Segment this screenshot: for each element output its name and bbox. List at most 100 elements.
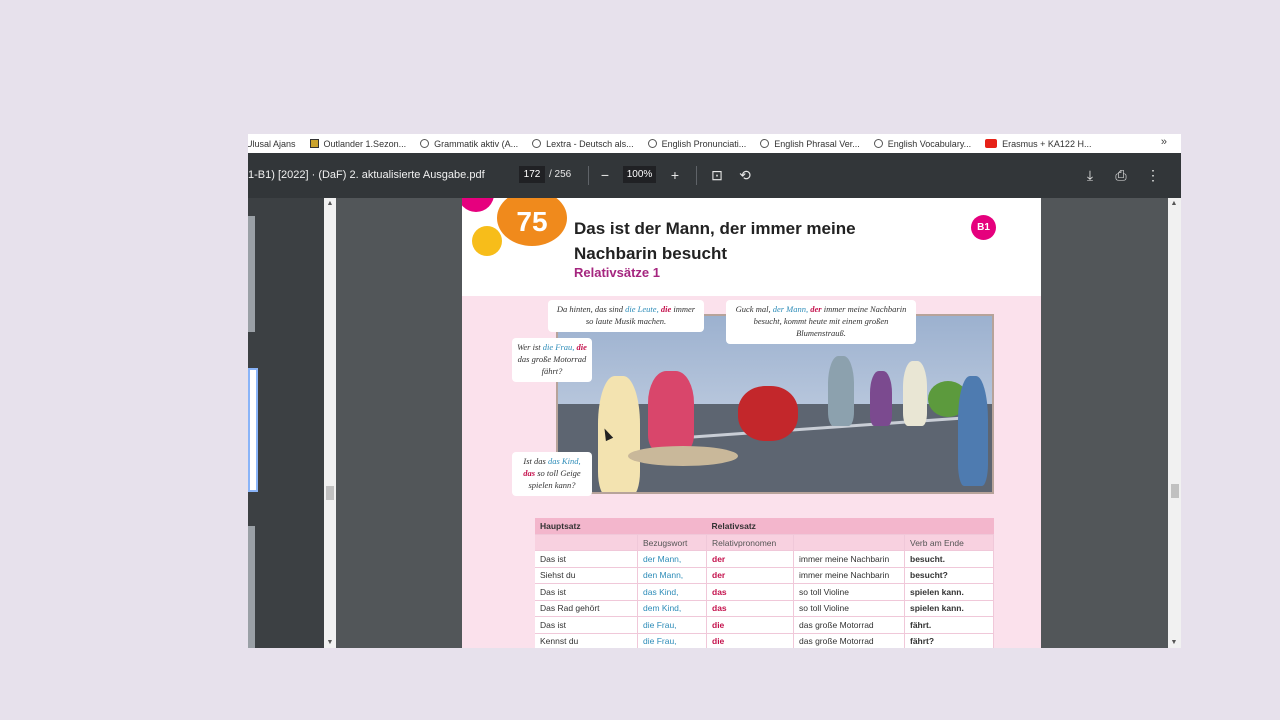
- scrollbar-thumb[interactable]: [1171, 484, 1179, 498]
- pdf-page: 75 Das ist der Mann, der immer meine Nac…: [462, 198, 1041, 648]
- scroll-down-icon[interactable]: ▼: [1168, 639, 1180, 646]
- table-cell: so toll Violine: [793, 583, 905, 601]
- fit-page-icon[interactable]: ⊡: [707, 165, 727, 185]
- bubble-text: so toll Geige spielen kann?: [528, 468, 581, 490]
- table-row: Das ist der Mann, der immer meine Nachba…: [535, 550, 994, 568]
- scroll-up-icon[interactable]: ▲: [1168, 200, 1180, 207]
- table-cell: fährt?: [904, 633, 994, 648]
- table-cell: das große Motorrad: [793, 616, 905, 634]
- bubble-highlight: das Kind,: [547, 456, 581, 466]
- unit-title: Das ist der Mann, der immer meine Nachba…: [574, 219, 856, 263]
- table-row: Das Rad gehört dem Kind, das so toll Vio…: [535, 600, 994, 617]
- table-cell: besucht.: [904, 550, 994, 568]
- person-figure: [828, 356, 854, 426]
- grammar-table: Hauptsatz Relativsatz Bezugswort Relativ…: [535, 518, 994, 648]
- globe-icon: [420, 139, 430, 148]
- table-header-row: Hauptsatz Relativsatz: [535, 518, 994, 535]
- bubble-text: Guck mal,: [735, 304, 773, 314]
- speech-bubble: Wer ist die Frau, die das große Motorrad…: [512, 338, 592, 382]
- bubble-text: Ist das: [523, 456, 548, 466]
- toolbar-divider: [696, 166, 697, 185]
- bookmarks-overflow-button[interactable]: »: [1161, 136, 1167, 148]
- sidebar-scrollbar[interactable]: ▲ ▼: [324, 198, 336, 648]
- person-figure: [903, 361, 927, 426]
- table-cell: das: [706, 600, 794, 617]
- download-icon[interactable]: ⤓: [1080, 165, 1100, 185]
- bubble-pronoun: die: [576, 342, 587, 352]
- page-thumbnail[interactable]: [248, 526, 255, 648]
- youtube-icon: [985, 139, 998, 148]
- folder-icon: [309, 139, 319, 148]
- table-cell: spielen kann.: [904, 600, 994, 617]
- page-total: / 256: [549, 169, 572, 180]
- bookmark-item[interactable]: English Phrasal Ver...: [760, 139, 860, 149]
- scroll-down-icon[interactable]: ▼: [324, 639, 336, 646]
- bookmark-item[interactable]: English Vocabulary...: [873, 139, 971, 149]
- zoom-in-icon[interactable]: +: [665, 165, 685, 185]
- table-cell: die Frau,: [637, 616, 707, 634]
- unit-number-badge: 75: [497, 198, 567, 246]
- table-header-cell: Hauptsatz: [535, 518, 707, 535]
- zoom-level-input[interactable]: 100%: [623, 166, 656, 183]
- man-figure: [958, 376, 988, 486]
- bookmark-item[interactable]: Ulusal Ajans: [248, 139, 296, 149]
- print-icon[interactable]: ⎙: [1111, 165, 1131, 185]
- page-thumbnail-selected[interactable]: [248, 368, 258, 492]
- table-cell: Das ist: [535, 583, 638, 601]
- browser-window: Ulusal Ajans Outlander 1.Sezon... Gramma…: [248, 134, 1181, 648]
- bookmark-item[interactable]: English Pronunciati...: [647, 139, 746, 149]
- table-cell: das Kind,: [637, 583, 707, 601]
- table-cell: das große Motorrad: [793, 633, 905, 648]
- table-cell: das: [706, 583, 794, 601]
- scroll-up-icon[interactable]: ▲: [324, 200, 336, 207]
- child-figure: [870, 371, 892, 426]
- more-options-icon[interactable]: ⋮: [1143, 165, 1163, 185]
- unit-subtitle: Relativsätze 1: [574, 265, 660, 280]
- bookmark-label: Grammatik aktiv (A...: [434, 138, 519, 149]
- table-cell: die: [706, 633, 794, 648]
- table-cell: so toll Violine: [793, 600, 905, 617]
- bubble-pronoun: die: [660, 304, 672, 314]
- bubble-text: das große Motorrad fährt?: [517, 354, 587, 376]
- woman-figure: [648, 371, 694, 451]
- bubble-highlight: die Frau,: [542, 342, 575, 352]
- document-scrollbar[interactable]: ▲ ▼: [1168, 198, 1181, 648]
- bookmark-label: Erasmus + KA122 H...: [1002, 138, 1092, 149]
- table-cell: der: [706, 550, 794, 568]
- bookmark-label: Outlander 1.Sezon...: [323, 138, 407, 149]
- rotate-icon[interactable]: ⟲: [735, 165, 755, 185]
- toolbar-divider: [588, 166, 589, 185]
- bubble-text: Wer ist: [517, 342, 543, 352]
- table-header-row: Bezugswort Relativpronomen Verb am Ende: [535, 534, 994, 551]
- globe-icon: [647, 139, 657, 148]
- table-header-cell: [535, 534, 638, 551]
- table-cell: Siehst du: [535, 567, 638, 584]
- page-number-input[interactable]: 172: [519, 166, 545, 183]
- table-cell: die: [706, 616, 794, 634]
- thumbnail-sidebar: [248, 198, 324, 648]
- motorcycle: [738, 386, 798, 441]
- level-badge: B1: [971, 215, 996, 240]
- table-row: Das ist das Kind, das so toll Violine sp…: [535, 583, 994, 601]
- table-cell: der: [706, 567, 794, 584]
- table-cell: fährt.: [904, 616, 994, 634]
- page-thumbnail[interactable]: [248, 216, 255, 332]
- bookmark-item[interactable]: Outlander 1.Sezon...: [309, 138, 407, 149]
- speech-bubble: Guck mal, der Mann, der immer meine Nach…: [726, 300, 916, 344]
- globe-icon: [532, 139, 542, 148]
- table-row: Das ist die Frau, die das große Motorrad…: [535, 616, 994, 634]
- scrollbar-thumb[interactable]: [326, 486, 334, 500]
- bookmark-item[interactable]: Grammatik aktiv (A...: [420, 139, 518, 149]
- zoom-out-icon[interactable]: −: [595, 165, 615, 185]
- table-header-cell: Relativsatz: [706, 518, 994, 535]
- table-header-cell: Relativpronomen: [706, 534, 794, 551]
- bookmark-item[interactable]: Erasmus + KA122 H...: [985, 139, 1091, 149]
- bookmark-item[interactable]: Lextra - Deutsch als...: [532, 139, 634, 149]
- decorative-circle: [462, 198, 494, 212]
- table-cell: immer meine Nachbarin: [793, 550, 905, 568]
- speech-bubble: Da hinten, das sind die Leute, die immer…: [548, 300, 704, 332]
- table-header-cell: [793, 534, 905, 551]
- globe-icon: [760, 139, 770, 148]
- table-cell: besucht?: [904, 567, 994, 584]
- bubble-pronoun: der: [810, 304, 822, 314]
